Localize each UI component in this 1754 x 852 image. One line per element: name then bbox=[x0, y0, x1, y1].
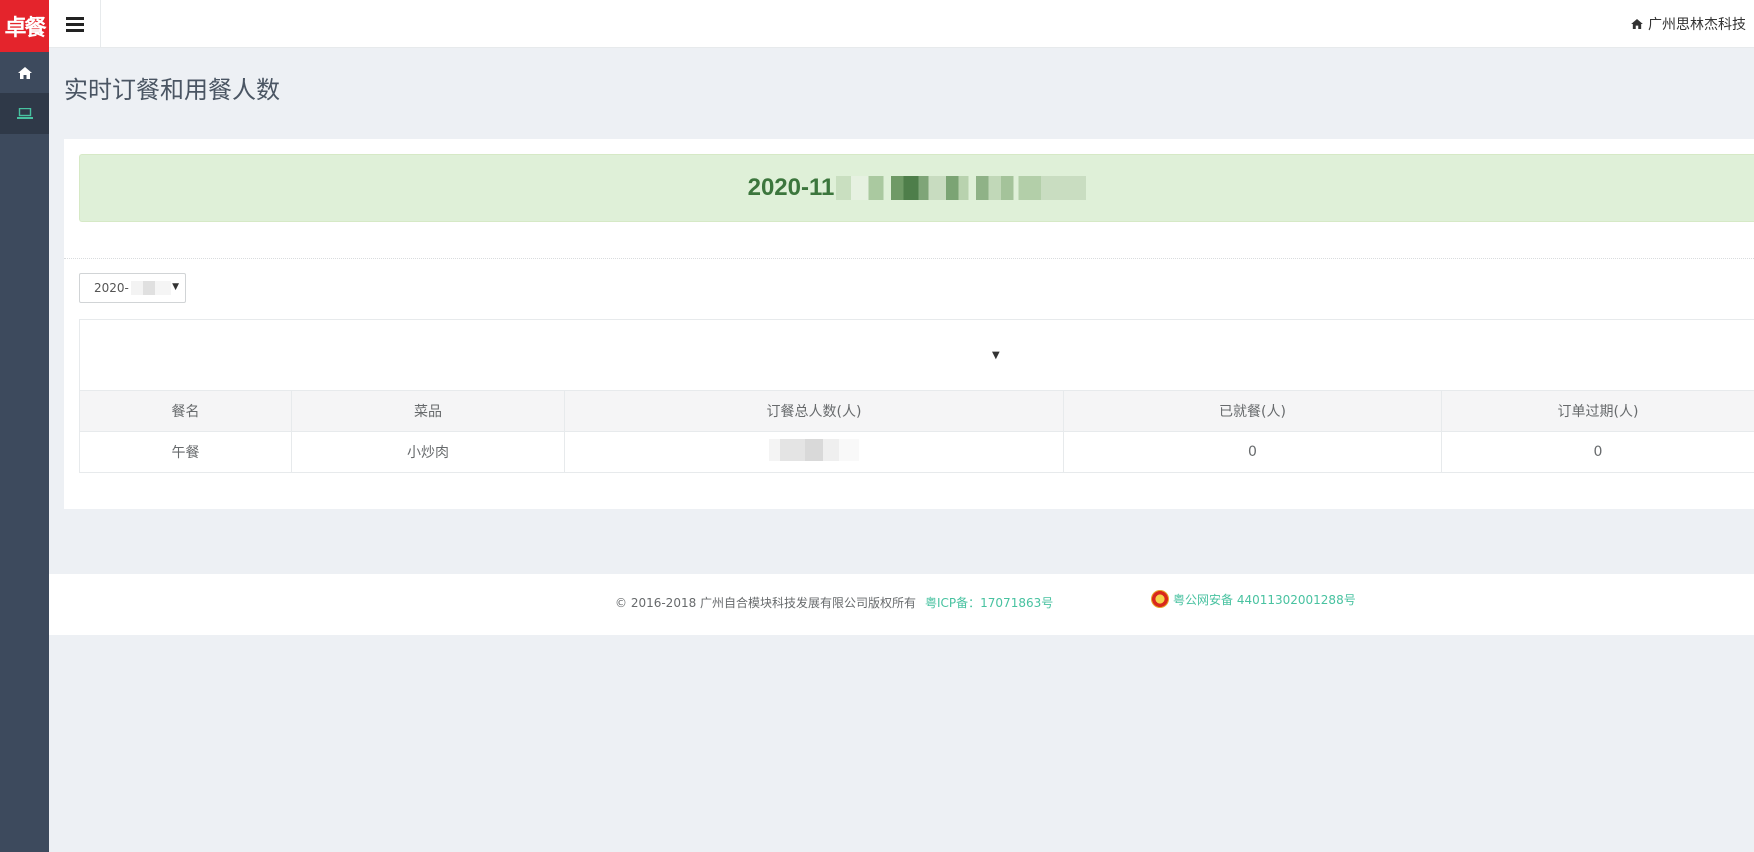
main-panel: 2020-11 2020- ▼ ▼ 餐名 菜品 订餐总人数(人) 已就餐(人) … bbox=[64, 139, 1754, 509]
caret-down-icon: ▼ bbox=[172, 282, 179, 292]
police-record-text: 粤公网安备 44011302001288号 bbox=[1173, 592, 1356, 607]
sidebar-item-realtime[interactable] bbox=[0, 93, 49, 134]
police-record-link[interactable]: 粤公网安备 44011302001288号 bbox=[1151, 590, 1356, 608]
meal-filter-select[interactable]: ▼ bbox=[79, 319, 1754, 391]
header-eaten: 已就餐(人) bbox=[1063, 390, 1442, 432]
redacted-value bbox=[769, 439, 859, 461]
meal-table: 餐名 菜品 订餐总人数(人) 已就餐(人) 订单过期(人) 午餐 小炒肉 0 0 bbox=[79, 390, 1754, 473]
company-name: 广州思林杰科技 bbox=[1648, 17, 1746, 33]
page-title: 实时订餐和用餐人数 bbox=[64, 76, 280, 104]
alert-date-text: 2020-11 bbox=[747, 174, 835, 201]
cell-expired: 0 bbox=[1441, 431, 1754, 473]
table-header-row: 餐名 菜品 订餐总人数(人) 已就餐(人) 订单过期(人) bbox=[79, 390, 1754, 432]
app-logo[interactable]: 卓餐 bbox=[0, 0, 49, 52]
hamburger-icon bbox=[65, 14, 84, 35]
footer-copyright: © 2016-2018 广州自合模块科技发展有限公司版权所有 bbox=[615, 596, 917, 610]
menu-toggle-button[interactable] bbox=[49, 0, 101, 48]
home-icon bbox=[17, 66, 32, 79]
cell-meal: 午餐 bbox=[79, 431, 292, 473]
date-alert: 2020-11 bbox=[79, 154, 1754, 222]
footer: © 2016-2018 广州自合模块科技发展有限公司版权所有 粤ICP备：170… bbox=[49, 574, 1754, 635]
cell-dish: 小炒肉 bbox=[291, 431, 565, 473]
redacted-mosaic bbox=[836, 176, 1087, 200]
company-link[interactable]: 广州思林杰科技 bbox=[1631, 14, 1746, 34]
sidebar-item-home[interactable] bbox=[0, 52, 49, 93]
home-icon bbox=[1631, 19, 1643, 29]
date-select[interactable]: 2020- ▼ bbox=[79, 273, 186, 303]
header-expired: 订单过期(人) bbox=[1441, 390, 1754, 432]
cell-total bbox=[564, 431, 1064, 473]
header-total-orders: 订餐总人数(人) bbox=[564, 390, 1064, 432]
redacted-date bbox=[130, 281, 171, 295]
header-meal-name: 餐名 bbox=[79, 390, 292, 432]
date-select-value: 2020- bbox=[94, 281, 129, 295]
table-row: 午餐 小炒肉 0 0 bbox=[79, 431, 1754, 473]
icp-link[interactable]: 粤ICP备：17071863号 bbox=[925, 594, 1053, 611]
sidebar: 卓餐 bbox=[0, 0, 49, 852]
cell-eaten: 0 bbox=[1063, 431, 1442, 473]
logo-text: 卓餐 bbox=[4, 15, 46, 41]
police-badge-icon bbox=[1151, 590, 1169, 608]
header-dish: 菜品 bbox=[291, 390, 565, 432]
caret-down-icon: ▼ bbox=[992, 350, 1000, 361]
top-navbar: 广州思林杰科技 bbox=[49, 0, 1754, 48]
laptop-icon bbox=[16, 108, 33, 119]
section-divider bbox=[64, 258, 1754, 259]
